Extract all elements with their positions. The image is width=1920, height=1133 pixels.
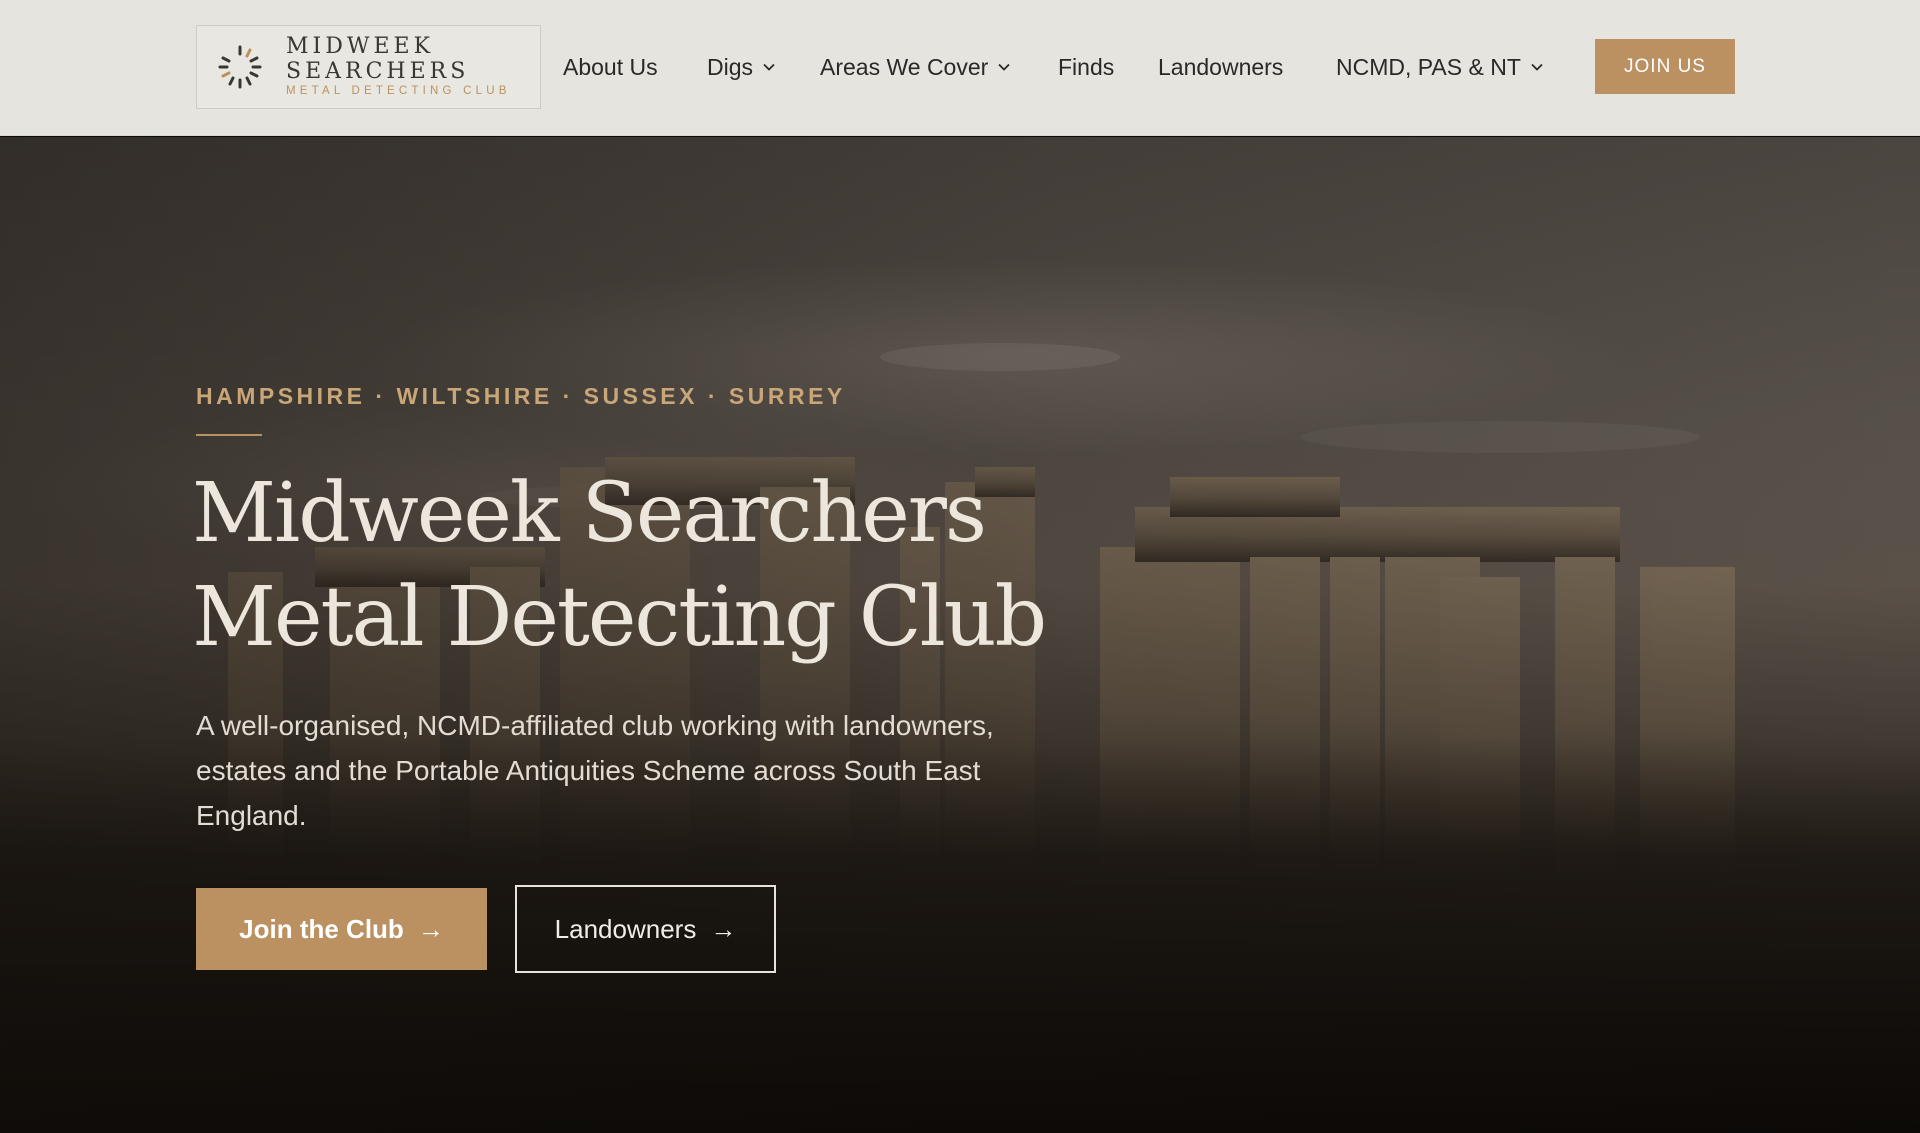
nav-item-ncmd-pas-nt[interactable]: NCMD, PAS & NT: [1336, 52, 1543, 82]
chevron-down-icon: [998, 63, 1010, 71]
arrow-right-icon: →: [710, 914, 737, 944]
landowners-button[interactable]: Landowners →: [515, 885, 776, 973]
chevron-down-icon: [1531, 63, 1543, 71]
join-the-club-button[interactable]: Join the Club →: [196, 888, 487, 970]
hero-section: HAMPSHIRE · WILTSHIRE · SUSSEX · SURREY …: [0, 137, 1920, 1133]
hero-title-line2: Metal Detecting Club: [192, 570, 1047, 665]
nav-label: Digs: [707, 53, 754, 80]
hero-title-line1: Midweek Searchers: [192, 466, 987, 561]
nav-label: Finds: [1058, 53, 1115, 80]
join-us-button[interactable]: JOIN US: [1595, 39, 1735, 94]
button-label: Landowners: [554, 913, 697, 944]
site-header: MIDWEEK SEARCHERS METAL DETECTING CLUB A…: [0, 0, 1920, 136]
nav-label: NCMD, PAS & NT: [1336, 53, 1521, 80]
nav-label: Landowners: [1158, 53, 1284, 80]
nav-label: About Us: [563, 53, 658, 80]
chevron-down-icon: [763, 63, 775, 71]
hero-description: A well-organised, NCMD-affiliated club w…: [196, 710, 994, 831]
nav-item-areas-we-cover[interactable]: Areas We Cover: [820, 52, 1010, 82]
button-label: Join the Club: [239, 913, 404, 944]
nav-item-about-us[interactable]: About Us: [563, 52, 658, 82]
hero-title: Midweek Searchers Metal Detecting Club: [192, 462, 1092, 670]
hero-regions-eyebrow: HAMPSHIRE · WILTSHIRE · SUSSEX · SURREY: [196, 383, 846, 409]
arrow-right-icon: →: [417, 914, 444, 944]
nav-item-digs[interactable]: Digs: [707, 52, 775, 82]
nav-label: Areas We Cover: [820, 53, 989, 80]
nav-item-finds[interactable]: Finds: [1058, 52, 1114, 82]
nav-item-landowners[interactable]: Landowners: [1158, 52, 1283, 82]
eyebrow-divider: [196, 434, 262, 436]
